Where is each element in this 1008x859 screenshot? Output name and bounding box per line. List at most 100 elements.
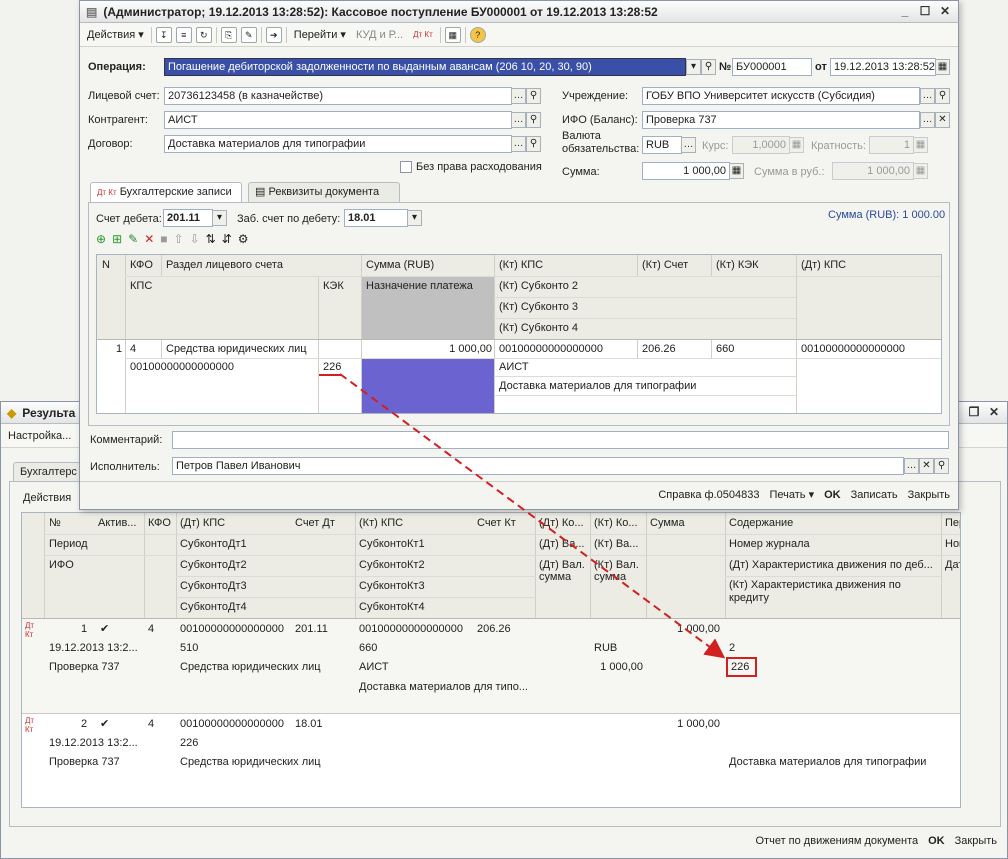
search-icon[interactable]: ⚲	[526, 112, 541, 128]
tab-accounting[interactable]: Бухгалтерс	[13, 462, 81, 482]
delete-icon[interactable]: ✕	[144, 232, 154, 246]
row-purpose-cell[interactable]	[362, 359, 494, 413]
chevron-down-icon[interactable]: ▾	[212, 210, 227, 226]
row-schet-dt: 201.11	[295, 623, 328, 635]
ifo-field[interactable]: Проверка 737	[642, 111, 920, 129]
based-on-icon[interactable]: ➔	[265, 26, 282, 43]
help-icon[interactable]: ?	[469, 26, 486, 43]
operation-select[interactable]: Погашение дебиторской задолженности по в…	[164, 58, 686, 76]
search-icon[interactable]: ⚲	[526, 88, 541, 104]
row-summa: 1 000,00	[677, 718, 720, 730]
tab-entries[interactable]: Дт Кт Бухгалтерские записи	[90, 182, 242, 203]
sum-rub-label: Сумма в руб.:	[754, 166, 825, 178]
copy-icon[interactable]: ⎘	[220, 26, 237, 43]
close-icon[interactable]: ✕	[985, 404, 1003, 421]
counterparty-field[interactable]: АИСТ	[164, 111, 512, 129]
actions-menu[interactable]: Действия	[23, 492, 71, 504]
search-icon[interactable]: ⚲	[935, 88, 950, 104]
account-field[interactable]: 20736123458 (в казначействе)	[164, 87, 512, 105]
add-icon[interactable]: ⊕	[96, 232, 106, 246]
calculator-icon: ▦	[789, 137, 804, 153]
contract-field[interactable]: Доставка материалов для типографии	[164, 135, 512, 153]
edit-icon[interactable]: ✎	[128, 232, 138, 246]
ellipsis-icon[interactable]: …	[511, 88, 526, 104]
row-section: Средства юридических лиц	[166, 343, 307, 355]
kud-button[interactable]: КУД и Р...	[353, 27, 406, 43]
dtkt-icon: Дт Кт	[25, 621, 35, 639]
sort-desc-icon[interactable]: ⇵	[222, 232, 232, 246]
maximize-icon[interactable]: ☐	[916, 3, 934, 20]
fill-icon[interactable]: ✎	[240, 26, 257, 43]
date-field[interactable]: 19.12.2013 13:28:52	[830, 58, 936, 76]
col-dt-char: (Дт) Характеристика движения по деб...	[729, 559, 933, 571]
goto-menu[interactable]: Перейти ▾	[291, 26, 349, 43]
debit-field[interactable]: 201.11	[163, 209, 213, 227]
list-icon[interactable]: ≡	[175, 26, 192, 43]
col-ifo: ИФО	[49, 559, 74, 571]
post-icon[interactable]: ↧	[155, 26, 172, 43]
ellipsis-icon[interactable]: …	[904, 458, 919, 474]
chevron-down-icon[interactable]: ▾	[686, 59, 701, 75]
settings-menu[interactable]: Настройка...	[5, 428, 74, 444]
settings-icon[interactable]: ⚙	[238, 232, 249, 246]
document-title: (Администратор; 19.12.2013 13:28:52): Ка…	[103, 4, 658, 19]
col-kfo: КФО	[130, 259, 153, 271]
tab-requisites[interactable]: ▤ Реквизиты документа	[248, 182, 400, 202]
counterparty-label: Контрагент:	[88, 114, 148, 126]
row-ifo: Проверка 737	[49, 756, 120, 768]
col-kt-ko: (Кт) Ко...	[594, 517, 638, 529]
ok-button[interactable]: OK	[928, 835, 945, 847]
ellipsis-icon[interactable]: …	[511, 112, 526, 128]
close-button[interactable]: Закрыть	[955, 835, 997, 847]
comment-label: Комментарий:	[90, 434, 163, 446]
number-field[interactable]: БУ000001	[732, 58, 812, 76]
chevron-down-icon[interactable]: ▾	[407, 210, 422, 226]
col-kt-kps: (Кт) КПС	[359, 517, 404, 529]
restore-icon[interactable]: ❐	[965, 404, 983, 421]
col-subdt2: СубконтоДт2	[180, 559, 247, 571]
calendar-icon[interactable]: ▦	[935, 59, 950, 75]
comment-field[interactable]	[172, 431, 949, 449]
clear-icon[interactable]: ✕	[935, 112, 950, 128]
save-button[interactable]: Записать	[851, 489, 898, 501]
col-kt-valsum: (Кт) Вал. сумма	[594, 559, 639, 583]
minimize-icon[interactable]: _	[896, 3, 914, 20]
close-button[interactable]: Закрыть	[908, 489, 950, 501]
search-icon[interactable]: ⚲	[701, 59, 716, 75]
contract-label: Договор:	[88, 138, 133, 150]
help-form-button[interactable]: Справка ф.0504833	[658, 489, 759, 501]
row-kt-kek: 660	[716, 343, 735, 355]
structure-icon[interactable]: ▦	[444, 26, 461, 43]
copy-icon[interactable]: ⊞	[112, 232, 122, 246]
sum-field[interactable]: 1 000,00	[642, 162, 730, 180]
dtkt-button[interactable]: Дт Кт	[410, 28, 436, 41]
search-icon[interactable]: ⚲	[526, 136, 541, 152]
currency-field[interactable]: RUB	[642, 136, 682, 154]
sort-asc-icon[interactable]: ⇅	[206, 232, 216, 246]
actions-menu[interactable]: Действия ▾	[84, 26, 147, 43]
no-spending-checkbox[interactable]	[400, 161, 412, 173]
ellipsis-icon[interactable]: …	[681, 137, 696, 153]
close-icon[interactable]: ✕	[936, 3, 954, 20]
clear-icon[interactable]: ✕	[919, 458, 934, 474]
print-menu[interactable]: Печать ▾	[769, 488, 814, 501]
refresh-icon[interactable]: ↻	[195, 26, 212, 43]
institution-field[interactable]: ГОБУ ВПО Университет искусств (Субсидия)	[642, 87, 920, 105]
ellipsis-icon[interactable]: …	[511, 136, 526, 152]
ellipsis-icon[interactable]: …	[920, 112, 935, 128]
move-down-icon[interactable]: ⇩	[190, 232, 200, 246]
row-subdt2: Средства юридических лиц	[180, 756, 321, 768]
executor-field[interactable]: Петров Павел Иванович	[172, 457, 904, 475]
offbal-field[interactable]: 18.01	[344, 209, 408, 227]
calculator-icon[interactable]: ▦	[729, 163, 744, 179]
report-button[interactable]: Отчет по движениям документа	[756, 835, 919, 847]
row-journal: 2	[729, 642, 736, 654]
ellipsis-icon[interactable]: …	[920, 88, 935, 104]
ok-button[interactable]: OK	[824, 489, 841, 501]
account-label: Лицевой счет:	[88, 90, 160, 102]
search-icon[interactable]: ⚲	[934, 458, 949, 474]
move-up-icon[interactable]: ⇧	[174, 232, 184, 246]
document-footer: Справка ф.0504833 Печать ▾ OK Записать З…	[658, 488, 950, 502]
row-kt-kps: 00100000000000000	[499, 343, 604, 355]
end-edit-icon[interactable]: ■	[160, 232, 167, 246]
